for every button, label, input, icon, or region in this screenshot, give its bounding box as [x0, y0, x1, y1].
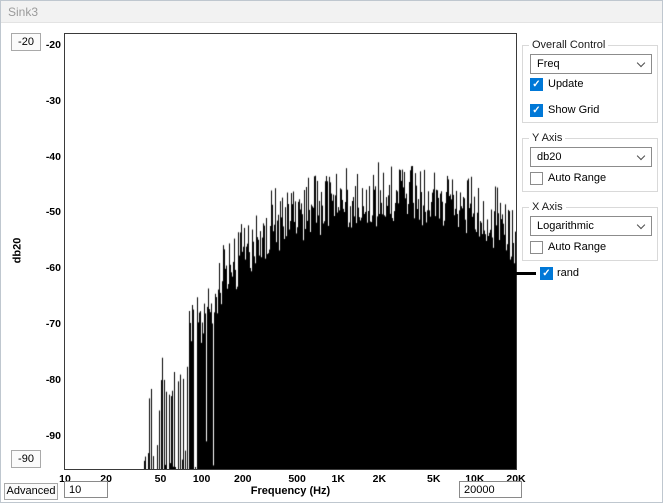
series-legend: rand: [513, 266, 579, 280]
x-tick-label: 100: [182, 473, 222, 485]
show-grid-checkbox-label: Show Grid: [548, 104, 599, 116]
overall-control-group: Overall Control Freq Update Show Grid: [522, 45, 658, 123]
spectrum-canvas: [65, 34, 516, 469]
window-title: Sink3: [8, 5, 38, 19]
y-tick-label: -70: [39, 318, 61, 330]
y-tick-label: -80: [39, 374, 61, 386]
y-tick-label: -90: [39, 430, 61, 442]
x-tick-label: 5K: [414, 473, 454, 485]
update-row: Update: [530, 77, 583, 91]
y-auto-range-label: Auto Range: [548, 172, 606, 184]
series-line-swatch: [513, 272, 536, 275]
y-axis-dropdown[interactable]: db20: [530, 147, 652, 167]
overall-control-dropdown-value: Freq: [537, 58, 560, 70]
x-auto-range-row: Auto Range: [530, 240, 606, 254]
y-min-button[interactable]: -90: [11, 450, 41, 468]
y-max-button[interactable]: -20: [11, 33, 41, 51]
chevron-down-icon: [637, 151, 645, 159]
x-min-input[interactable]: [64, 481, 108, 498]
x-tick-label: 1K: [318, 473, 358, 485]
show-grid-checkbox[interactable]: [530, 104, 543, 117]
y-axis-group: Y Axis db20 Auto Range: [522, 138, 658, 192]
y-tick-label: -40: [39, 151, 61, 163]
y-auto-range-row: Auto Range: [530, 171, 606, 185]
x-axis-dropdown[interactable]: Logarithmic: [530, 216, 652, 236]
y-tick-label: -30: [39, 95, 61, 107]
y-tick-label: -50: [39, 206, 61, 218]
x-max-input[interactable]: [459, 481, 522, 498]
y-tick-label: -60: [39, 262, 61, 274]
rand-series-label: rand: [557, 267, 579, 279]
rand-series-checkbox[interactable]: [540, 267, 553, 280]
y-tick-label: -20: [39, 39, 61, 51]
spectrum-plot: [64, 33, 517, 470]
update-checkbox[interactable]: [530, 78, 543, 91]
y-axis-title: db20: [12, 233, 25, 269]
x-tick-label: 2K: [359, 473, 399, 485]
x-tick-label: 200: [223, 473, 263, 485]
x-tick-label: 500: [277, 473, 317, 485]
app-window: Sink3 -20 -90 1020501002005001K2K5K10K20…: [0, 0, 663, 503]
x-axis-legend: X Axis: [529, 201, 566, 214]
x-tick-label: 50: [140, 473, 180, 485]
chevron-down-icon: [637, 220, 645, 228]
x-auto-range-checkbox[interactable]: [530, 241, 543, 254]
update-checkbox-label: Update: [548, 78, 583, 90]
y-axis-legend: Y Axis: [529, 132, 565, 145]
x-axis-title: Frequency (Hz): [65, 485, 516, 497]
y-auto-range-checkbox[interactable]: [530, 172, 543, 185]
x-axis-dropdown-value: Logarithmic: [537, 220, 594, 232]
overall-control-legend: Overall Control: [529, 39, 608, 52]
x-auto-range-label: Auto Range: [548, 241, 606, 253]
show-grid-row: Show Grid: [530, 103, 599, 117]
overall-control-dropdown[interactable]: Freq: [530, 54, 652, 74]
chevron-down-icon: [637, 58, 645, 66]
x-axis-group: X Axis Logarithmic Auto Range: [522, 207, 658, 261]
window-titlebar: Sink3: [1, 1, 662, 23]
y-axis-dropdown-value: db20: [537, 151, 561, 163]
advanced-button[interactable]: Advanced: [4, 483, 58, 500]
